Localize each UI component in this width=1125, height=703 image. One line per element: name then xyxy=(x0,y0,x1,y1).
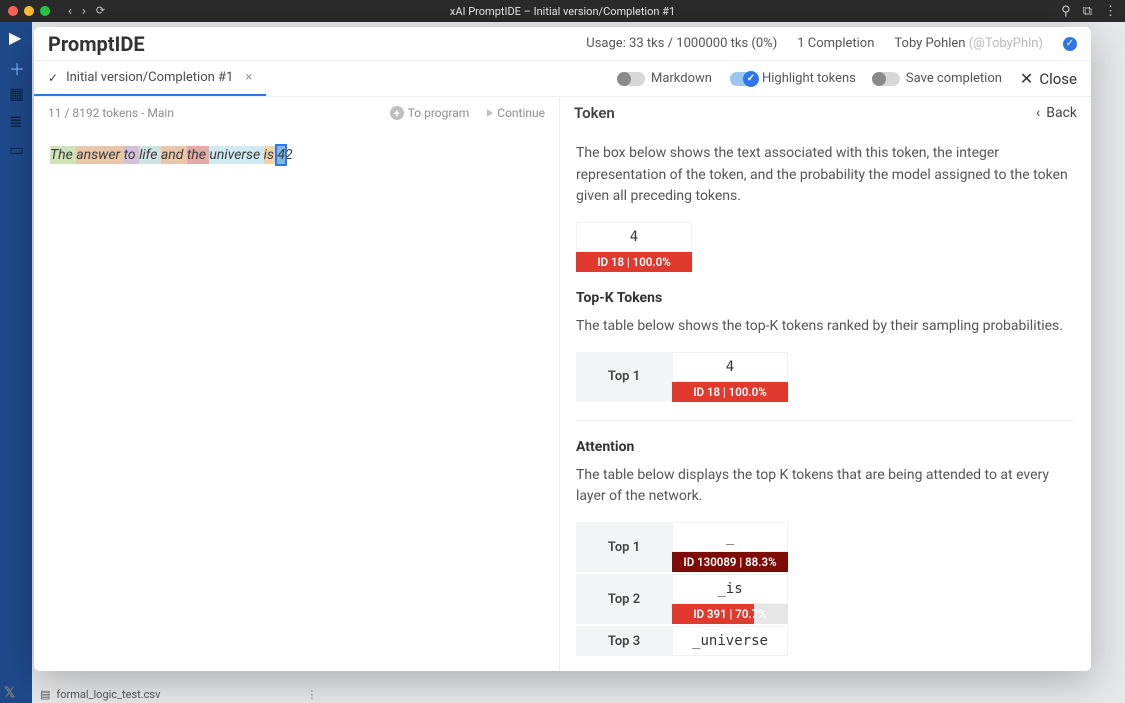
continue-label: Continue xyxy=(497,106,545,120)
add-icon[interactable]: ＋ xyxy=(9,56,23,70)
more-icon[interactable]: ⋮ xyxy=(1104,4,1117,19)
token-span[interactable]: and xyxy=(161,146,187,164)
rank-label: Top 1 xyxy=(576,522,672,572)
modal-header: PromptIDE Usage: 33 tks / 1000000 tks (0… xyxy=(34,27,1091,61)
rank-token-bar: ID 391 | 70.7% xyxy=(672,604,788,624)
rank-token-text: _universe xyxy=(672,626,788,656)
token-span[interactable]: is xyxy=(264,146,278,164)
verified-icon: ✓ xyxy=(1063,37,1077,51)
attn-title: Attention xyxy=(576,439,1073,455)
save-toggle[interactable]: – Save completion xyxy=(874,71,1002,86)
token-span[interactable]: universe xyxy=(209,146,263,164)
rank-row[interactable]: Top 2_isID 391 | 70.7% xyxy=(576,574,1073,624)
close-icon: ✕ xyxy=(1020,69,1033,88)
tab-close-icon[interactable]: × xyxy=(241,70,252,85)
user-block[interactable]: Toby Pohlen (@TobyPhln) xyxy=(894,36,1043,51)
bg-file-name: formal_logic_test.csv xyxy=(56,688,160,701)
back-label: Back xyxy=(1046,105,1077,121)
save-label: Save completion xyxy=(906,71,1002,86)
continue-button[interactable]: Continue xyxy=(487,106,545,120)
rank-label: Top 2 xyxy=(576,574,672,624)
folder-icon[interactable]: ▦ xyxy=(9,84,23,98)
chevron-left-icon: ‹ xyxy=(1036,105,1040,121)
window-title: xAI PromptIDE – Initial version/Completi… xyxy=(450,5,675,18)
window-controls xyxy=(8,6,50,16)
selected-token-bar: ID 18 | 100.0% xyxy=(576,252,692,272)
inspector-title: Token xyxy=(574,104,615,122)
user-name: Toby Pohlen xyxy=(894,36,965,51)
highlight-toggle[interactable]: Highlight tokens xyxy=(730,71,856,86)
editor-pane: 11 / 8192 tokens - Main + To program Con… xyxy=(34,97,560,671)
close-button[interactable]: ✕ Close xyxy=(1020,69,1077,88)
topk-title: Top-K Tokens xyxy=(576,290,1073,306)
close-label: Close xyxy=(1039,70,1077,88)
xai-logo-icon: 𝕏 xyxy=(4,685,15,701)
to-program-button[interactable]: + To program xyxy=(390,106,470,120)
files-icon[interactable]: ≣ xyxy=(9,112,23,126)
selected-token-text: 4 xyxy=(576,222,692,252)
highlight-label: Highlight tokens xyxy=(762,71,856,86)
editor-content[interactable]: The answer to life and the universe is 4… xyxy=(34,129,559,182)
completion-count[interactable]: 1 Completion xyxy=(797,36,874,51)
window-titlebar: ‹ › ⟳ xAI PromptIDE – Initial version/Co… xyxy=(0,0,1125,22)
nav-refresh-icon[interactable]: ⟳ xyxy=(96,4,105,19)
logo-icon[interactable]: ▶ xyxy=(9,28,23,42)
token-span[interactable]: answer xyxy=(76,146,123,164)
minimize-window-icon[interactable] xyxy=(24,6,34,16)
token-span[interactable]: 2 xyxy=(285,146,293,164)
left-rail: ▶ ＋ ▦ ≣ ▭ xyxy=(0,22,32,703)
rank-token-bar: ID 130089 | 88.3% xyxy=(672,552,788,572)
play-icon xyxy=(487,109,493,117)
close-window-icon[interactable] xyxy=(8,6,18,16)
rank-token-bar: ID 18 | 100.0% xyxy=(672,382,788,402)
selected-token-box[interactable]: 4 ID 18 | 100.0% xyxy=(576,222,692,272)
rank-token-text: _ xyxy=(672,522,788,552)
modal-tabbar: ✓ Initial version/Completion #1 × – Mark… xyxy=(34,61,1091,97)
doc-icon[interactable]: ▭ xyxy=(9,140,23,154)
modal-window: PromptIDE Usage: 33 tks / 1000000 tks (0… xyxy=(34,27,1091,671)
back-button[interactable]: ‹ Back xyxy=(1036,105,1077,121)
token-span[interactable]: 4 xyxy=(277,146,285,164)
check-icon: ✓ xyxy=(48,71,58,85)
token-span[interactable]: to xyxy=(124,146,140,164)
rank-label: Top 3 xyxy=(576,626,672,656)
rank-row[interactable]: Top 1_ID 130089 | 88.3% xyxy=(576,522,1073,572)
token-span[interactable]: the xyxy=(187,146,210,164)
inspector-pane: Token ‹ Back The box below shows the tex… xyxy=(560,97,1091,671)
search-icon[interactable]: ⚲ xyxy=(1061,4,1071,19)
plus-icon: + xyxy=(390,106,404,120)
csv-icon: ▤ xyxy=(40,688,50,701)
extensions-icon[interactable]: ⧉ xyxy=(1083,4,1092,19)
app-brand: PromptIDE xyxy=(48,32,145,56)
to-program-label: To program xyxy=(408,106,470,120)
token-span[interactable]: The xyxy=(50,146,76,164)
bg-file-tab[interactable]: ▤ formal_logic_test.csv ⋮ xyxy=(40,685,317,703)
markdown-label: Markdown xyxy=(651,71,712,86)
topk-desc: The table below shows the top-K tokens r… xyxy=(576,316,1073,338)
rank-label: Top 1 xyxy=(576,352,672,402)
token-span[interactable]: life xyxy=(139,146,161,164)
usage-text: Usage: 33 tks / 1000000 tks (0%) xyxy=(586,36,777,51)
rank-row[interactable]: Top 3_universe xyxy=(576,626,1073,656)
markdown-toggle[interactable]: – Markdown xyxy=(619,71,712,86)
rank-row[interactable]: Top 14ID 18 | 100.0% xyxy=(576,352,1073,402)
rank-token-text: 4 xyxy=(672,352,788,382)
nav-back-icon[interactable]: ‹ xyxy=(68,4,72,19)
zoom-window-icon[interactable] xyxy=(40,6,50,16)
rank-token-text: _is xyxy=(672,574,788,604)
user-handle: (@TobyPhln) xyxy=(969,36,1043,51)
tab-label: Initial version/Completion #1 xyxy=(66,70,233,85)
tab-active[interactable]: ✓ Initial version/Completion #1 × xyxy=(34,61,266,96)
token-status: 11 / 8192 tokens - Main xyxy=(48,106,174,120)
nav-forward-icon[interactable]: › xyxy=(82,4,86,19)
attn-desc: The table below displays the top K token… xyxy=(576,465,1073,508)
token-desc: The box below shows the text associated … xyxy=(576,143,1073,208)
